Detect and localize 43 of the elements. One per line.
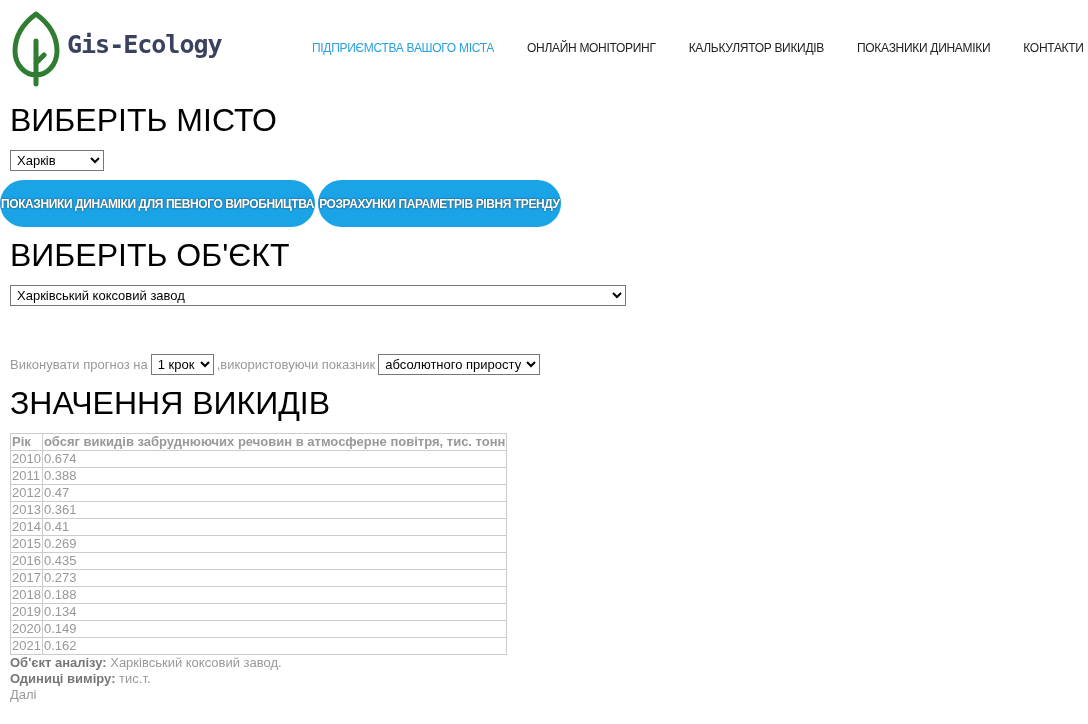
table-cell: 0.134 [42,603,507,621]
table-cell: 2021 [10,637,43,655]
table-cell: 2020 [10,620,43,638]
table-cell: 0.674 [42,450,507,468]
nav-link[interactable]: ПОКАЗНИКИ ДИНАМІКИ [857,41,991,55]
section-heading: ВИБЕРІТЬ МІСТО [10,102,278,138]
nav-link[interactable]: ОНЛАЙН МОНІТОРИНГ [527,41,656,55]
table-cell: 0.435 [42,552,507,570]
nav-link[interactable]: КАЛЬКУЛЯТОР ВИКИДІВ [688,41,824,55]
table-cell: 2017 [10,569,43,587]
indicator-select[interactable]: абсолютного приросту [378,354,541,375]
column-header: обсяг викидів забруднюючих речовин в атмосферне повітря, тис. тонн [42,433,507,451]
info-line: Об'єкт аналізу: Харківський коксовий завод. [10,655,283,671]
table-cell: 2019 [10,603,43,621]
table-cell: 2018 [10,586,43,604]
forecast-label: Виконувати прогноз на [10,357,148,372]
object-select[interactable]: Харківський коксовий завод [10,285,626,306]
table-cell: 0.361 [42,501,507,519]
table-cell: 0.47 [42,484,507,502]
table-cell: 0.162 [42,637,507,655]
table-cell: 0.149 [42,620,507,638]
column-header: Рік [10,433,43,451]
table-cell: 2012 [10,484,43,502]
table-cell: 0.269 [42,535,507,553]
table-cell: 2013 [10,501,43,519]
table-cell: 2011 [10,467,43,485]
table-cell: 0.188 [42,586,507,604]
table-cell: 2015 [10,535,43,553]
leaf-icon [11,11,61,87]
indicator-label: ,використовуючи показник [216,357,376,372]
section-heading: ВИБЕРІТЬ ОБ'ЄКТ [10,237,291,273]
table-cell: 0.273 [42,569,507,587]
table-cell: 0.41 [42,518,507,536]
logo-text: Gis-Ecology [67,29,222,59]
table-cell: 2010 [10,450,43,468]
table-cell: 2014 [10,518,43,536]
table-cell: 0.388 [42,467,507,485]
steps-select[interactable]: 1 крок [150,354,214,375]
city-select[interactable]: Харків [10,150,104,171]
section-heading: ЗНАЧЕННЯ ВИКИДІВ [10,385,332,421]
table-cell: 2016 [10,552,43,570]
info-line: Одиниці виміру: тис.т. [10,671,152,687]
nav-link[interactable]: КОНТАКТИ [1023,41,1084,55]
